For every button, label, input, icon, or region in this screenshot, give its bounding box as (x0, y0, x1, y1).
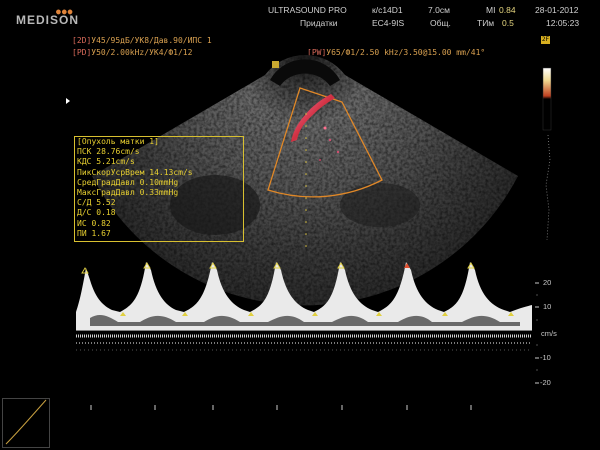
measurement-row: ПСК 28.76cm/s (77, 147, 140, 157)
depth-scale (545, 134, 551, 241)
scale-tick-20: 20 (543, 278, 552, 287)
measurement-row: ПикСкорУсрВрем 14.13cm/s (77, 167, 193, 177)
measurement-row: МаксГрадДавл 0.33mmHg (77, 188, 179, 198)
color-map-bar (543, 68, 551, 130)
scale-tick-neg10: -10 (540, 353, 551, 362)
scale-tick-10: 10 (543, 302, 552, 311)
measurement-row: КДС 5.21cm/s (77, 157, 135, 167)
tgc-curve-box (2, 398, 50, 448)
scale-unit: cm/s (541, 329, 557, 338)
sample-gate (272, 61, 279, 68)
measurement-row: Д/С 0.18 (77, 208, 116, 218)
measurement-row: ИС 0.82 (77, 218, 111, 228)
measurement-panel: [Опухоль матки 1] ПСК 28.76cm/s КДС 5.21… (74, 136, 244, 242)
measurement-row: С/Д 5.52 (77, 198, 116, 208)
measurement-row: ПИ 1.67 (77, 228, 111, 238)
measurement-row: СредГрадДавл 0.10mmHg (77, 177, 179, 187)
measurement-title: [Опухоль матки 1] (77, 137, 159, 146)
focus-marker-icon (66, 98, 70, 104)
scale-tick-neg20: -20 (540, 378, 551, 387)
